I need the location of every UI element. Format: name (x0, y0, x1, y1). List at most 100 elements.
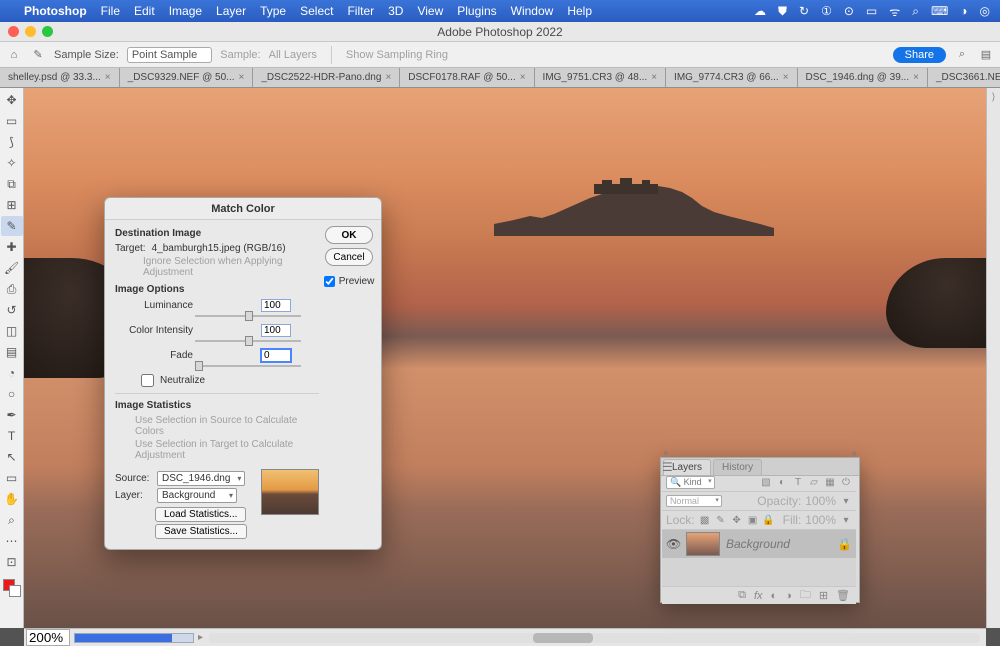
sample-size-select[interactable]: Point Sample (127, 47, 212, 63)
lock-all-icon[interactable]: 🔒 (763, 514, 775, 526)
cancel-button[interactable]: Cancel (325, 248, 373, 266)
panel-close-icon[interactable]: × (663, 448, 668, 458)
filter-adjust-icon[interactable]: ◐ (776, 477, 788, 489)
luminance-slider[interactable] (195, 312, 301, 320)
chevron-down-icon[interactable]: ▾ (840, 514, 852, 526)
blur-tool[interactable]: ◔ (1, 363, 23, 383)
eyedropper-tool-icon[interactable]: ✎ (30, 47, 46, 63)
load-statistics-button[interactable]: Load Statistics... (155, 507, 246, 522)
menu-plugins[interactable]: Plugins (457, 4, 496, 18)
share-button[interactable]: Share (893, 47, 946, 63)
lock-paint-icon[interactable]: ✎ (715, 514, 727, 526)
shape-tool[interactable]: ▭ (1, 468, 23, 488)
layer-select[interactable]: Background (157, 488, 237, 503)
layer-name[interactable]: Background (726, 537, 831, 551)
pen-tool[interactable]: ✒ (1, 405, 23, 425)
close-icon[interactable]: × (385, 72, 391, 83)
delete-layer-icon[interactable]: 🗑 (836, 589, 850, 602)
status-user-icon[interactable]: ◑ (960, 4, 967, 18)
preview-checkbox[interactable] (324, 276, 335, 287)
source-select[interactable]: DSC_1946.dng (157, 471, 245, 486)
filter-smart-icon[interactable]: ▦ (824, 477, 836, 489)
gradient-tool[interactable]: ▤ (1, 342, 23, 362)
lock-icon[interactable]: 🔒 (837, 537, 852, 551)
status-wifi-icon[interactable]: ᯤ (889, 3, 900, 20)
history-brush-tool[interactable]: ↺ (1, 300, 23, 320)
status-sync-icon[interactable]: ↻ (799, 4, 809, 18)
intensity-slider[interactable] (195, 337, 301, 345)
menu-view[interactable]: View (417, 4, 443, 18)
luminance-input[interactable] (261, 299, 291, 312)
zoom-field[interactable] (26, 629, 70, 646)
lock-transparency-icon[interactable]: ▩ (699, 514, 711, 526)
close-icon[interactable]: × (651, 72, 657, 83)
ok-button[interactable]: OK (325, 226, 373, 244)
status-clock2-icon[interactable]: ⊙ (844, 4, 854, 18)
filter-shape-icon[interactable]: ▱ (808, 477, 820, 489)
tab-5[interactable]: IMG_9774.CR3 @ 66...× (666, 68, 798, 87)
neutralize-checkbox[interactable] (141, 374, 154, 387)
tab-4[interactable]: IMG_9751.CR3 @ 48...× (535, 68, 667, 87)
tab-7[interactable]: _DSC3661.NEF @ 39...× (928, 68, 1000, 87)
menu-help[interactable]: Help (567, 4, 592, 18)
menu-file[interactable]: File (101, 4, 120, 18)
link-layers-icon[interactable]: ⧉ (738, 589, 746, 602)
horizontal-scrollbar[interactable] (209, 633, 980, 643)
menu-filter[interactable]: Filter (347, 4, 374, 18)
filter-type-icon[interactable]: T (792, 477, 804, 489)
eyedropper-tool[interactable]: ✎ (1, 216, 23, 236)
menu-3d[interactable]: 3D (388, 4, 403, 18)
layer-mask-icon[interactable]: ◐ (771, 590, 778, 602)
visibility-icon[interactable]: 👁 (666, 537, 680, 551)
eraser-tool[interactable]: ◫ (1, 321, 23, 341)
status-control-icon[interactable]: ⌨ (931, 4, 948, 18)
status-cloud-icon[interactable]: ☁ (754, 4, 766, 18)
menu-window[interactable]: Window (511, 4, 554, 18)
zoom-tool[interactable]: ⌕ (1, 510, 23, 530)
menu-select[interactable]: Select (300, 4, 333, 18)
fill-value[interactable]: 100% (805, 513, 836, 527)
chevron-down-icon[interactable]: ▾ (840, 495, 852, 507)
tab-3[interactable]: DSCF0178.RAF @ 50...× (400, 68, 534, 87)
tab-6[interactable]: DSC_1946.dng @ 39...× (798, 68, 928, 87)
new-layer-icon[interactable]: ⊞ (819, 589, 828, 602)
panel-collapse-icon[interactable]: « (852, 448, 857, 458)
wand-tool[interactable]: ✧ (1, 153, 23, 173)
fade-input[interactable] (261, 349, 291, 362)
search-icon[interactable]: ⌕ (954, 47, 970, 63)
layer-kind-filter[interactable]: 🔍 Kind (666, 476, 715, 489)
close-icon[interactable]: × (783, 72, 789, 83)
filter-pixel-icon[interactable]: ▧ (760, 477, 772, 489)
crop-tool[interactable]: ⧉ (1, 174, 23, 194)
close-icon[interactable]: × (913, 72, 919, 83)
marquee-tool[interactable]: ▭ (1, 111, 23, 131)
new-group-icon[interactable]: 🗀 (800, 586, 811, 605)
menu-image[interactable]: Image (169, 4, 202, 18)
menu-layer[interactable]: Layer (216, 4, 246, 18)
panel-menu-icon[interactable]: ☰ 🔍 Kind ▧ ◐ T ▱ ▦ ⏻ Normal Opacity: 100… (662, 460, 856, 604)
type-tool[interactable]: T (1, 426, 23, 446)
new-fill-icon[interactable]: ◑ (785, 590, 792, 602)
save-statistics-button[interactable]: Save Statistics... (155, 524, 247, 539)
frame-tool[interactable]: ⊞ (1, 195, 23, 215)
opacity-value[interactable]: 100% (805, 494, 836, 508)
layer-thumbnail[interactable] (686, 532, 720, 556)
close-icon[interactable]: × (239, 72, 245, 83)
status-battery-icon[interactable]: ▭ (866, 4, 877, 18)
lasso-tool[interactable]: ⟆ (1, 132, 23, 152)
blend-mode-select[interactable]: Normal (666, 495, 722, 507)
menu-type[interactable]: Type (260, 4, 286, 18)
close-icon[interactable]: × (520, 72, 526, 83)
lock-artboard-icon[interactable]: ▣ (747, 514, 759, 526)
app-name[interactable]: Photoshop (24, 4, 87, 18)
brush-tool[interactable]: 🖌 (1, 258, 23, 278)
tool-more[interactable]: ⋯ (1, 531, 23, 551)
edit-toolbar[interactable]: ⊡ (1, 552, 23, 572)
preview-checkbox-row[interactable]: Preview (324, 276, 375, 287)
filter-toggle-icon[interactable]: ⏻ (840, 477, 852, 489)
tab-1[interactable]: _DSC9329.NEF @ 50...× (120, 68, 254, 87)
tab-0[interactable]: shelley.psd @ 33.3...× (0, 68, 120, 87)
status-siri-icon[interactable]: ◎ (980, 4, 990, 18)
intensity-input[interactable] (261, 324, 291, 337)
move-tool[interactable]: ✥ (1, 90, 23, 110)
